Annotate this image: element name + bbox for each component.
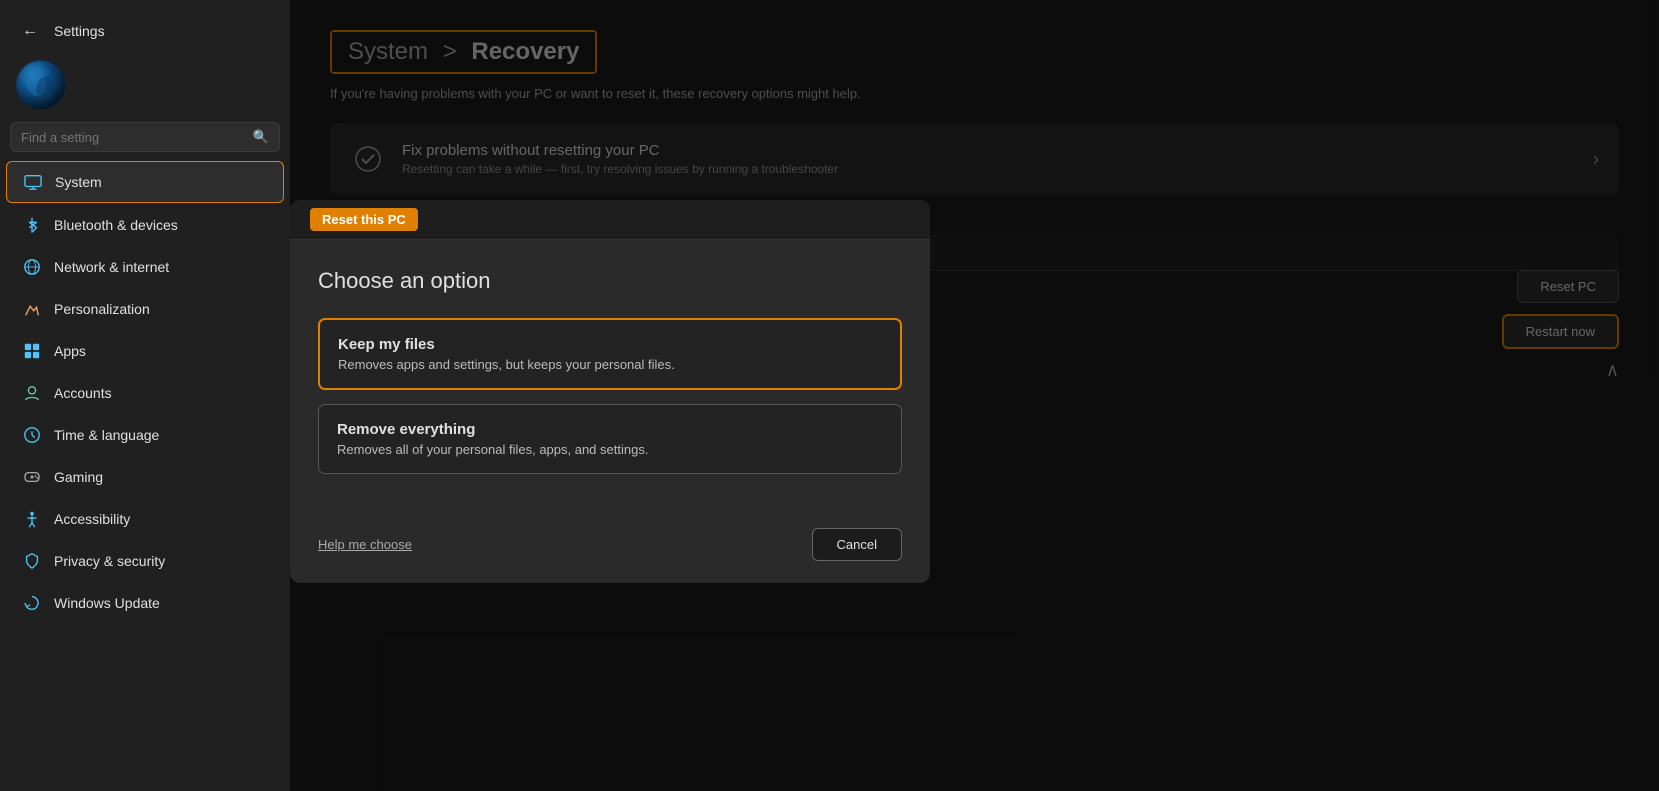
- sidebar: ← Settings 🔍: [0, 0, 290, 791]
- search-box[interactable]: 🔍: [10, 122, 280, 152]
- sidebar-item-label-network: Network & internet: [54, 259, 169, 275]
- sidebar-item-label-bluetooth: Bluetooth & devices: [54, 217, 178, 233]
- sidebar-item-time[interactable]: Time & language: [6, 415, 284, 455]
- personalization-icon: [22, 299, 42, 319]
- accessibility-icon: [22, 509, 42, 529]
- back-button[interactable]: ←: [16, 20, 44, 42]
- accounts-icon: [22, 383, 42, 403]
- gaming-icon: [22, 467, 42, 487]
- sidebar-item-label-gaming: Gaming: [54, 469, 103, 485]
- sidebar-item-personalization[interactable]: Personalization: [6, 289, 284, 329]
- sidebar-item-system[interactable]: System: [6, 161, 284, 203]
- modal-tab-reset-pc[interactable]: Reset this PC: [310, 208, 418, 231]
- modal-overlay: Reset this PC Choose an option Keep my f…: [290, 0, 1659, 791]
- cancel-button[interactable]: Cancel: [812, 528, 902, 561]
- sidebar-item-label-accessibility: Accessibility: [54, 511, 130, 527]
- search-icon: 🔍: [253, 129, 269, 145]
- sidebar-item-gaming[interactable]: Gaming: [6, 457, 284, 497]
- sidebar-item-accessibility[interactable]: Accessibility: [6, 499, 284, 539]
- sidebar-item-label-personalization: Personalization: [54, 301, 150, 317]
- modal-title: Choose an option: [318, 268, 902, 294]
- sidebar-item-accounts[interactable]: Accounts: [6, 373, 284, 413]
- bluetooth-icon: [22, 215, 42, 235]
- reset-modal: Reset this PC Choose an option Keep my f…: [290, 200, 930, 583]
- sidebar-item-update[interactable]: Windows Update: [6, 583, 284, 623]
- modal-footer: Help me choose Cancel: [290, 512, 930, 583]
- time-icon: [22, 425, 42, 445]
- sidebar-item-network[interactable]: Network & internet: [6, 247, 284, 287]
- sidebar-item-label-apps: Apps: [54, 343, 86, 359]
- sidebar-item-bluetooth[interactable]: Bluetooth & devices: [6, 205, 284, 245]
- sidebar-item-label-accounts: Accounts: [54, 385, 112, 401]
- main-content: System > Recovery If you're having probl…: [290, 0, 1659, 791]
- option-keep-files-title: Keep my files: [338, 336, 882, 353]
- modal-tab-bar: Reset this PC: [290, 200, 930, 240]
- app-title: Settings: [54, 23, 105, 39]
- modal-body: Choose an option Keep my files Removes a…: [290, 240, 930, 512]
- option-remove-everything-desc: Removes all of your personal files, apps…: [337, 442, 883, 457]
- sidebar-item-label-system: System: [55, 174, 102, 190]
- option-keep-files[interactable]: Keep my files Removes apps and settings,…: [318, 318, 902, 390]
- sidebar-title-row: ← Settings: [0, 10, 290, 48]
- apps-icon: [22, 341, 42, 361]
- help-me-choose-link[interactable]: Help me choose: [318, 537, 412, 552]
- update-icon: [22, 593, 42, 613]
- sidebar-item-label-privacy: Privacy & security: [54, 553, 165, 569]
- privacy-icon: [22, 551, 42, 571]
- option-keep-files-desc: Removes apps and settings, but keeps you…: [338, 357, 882, 372]
- avatar-area: [0, 48, 290, 122]
- option-remove-everything[interactable]: Remove everything Removes all of your pe…: [318, 404, 902, 474]
- sidebar-item-apps[interactable]: Apps: [6, 331, 284, 371]
- avatar: [16, 60, 66, 110]
- sidebar-item-label-update: Windows Update: [54, 595, 160, 611]
- option-remove-everything-title: Remove everything: [337, 421, 883, 438]
- sidebar-item-label-time: Time & language: [54, 427, 159, 443]
- system-icon: [23, 172, 43, 192]
- network-icon: [22, 257, 42, 277]
- sidebar-item-privacy[interactable]: Privacy & security: [6, 541, 284, 581]
- search-input[interactable]: [21, 130, 245, 145]
